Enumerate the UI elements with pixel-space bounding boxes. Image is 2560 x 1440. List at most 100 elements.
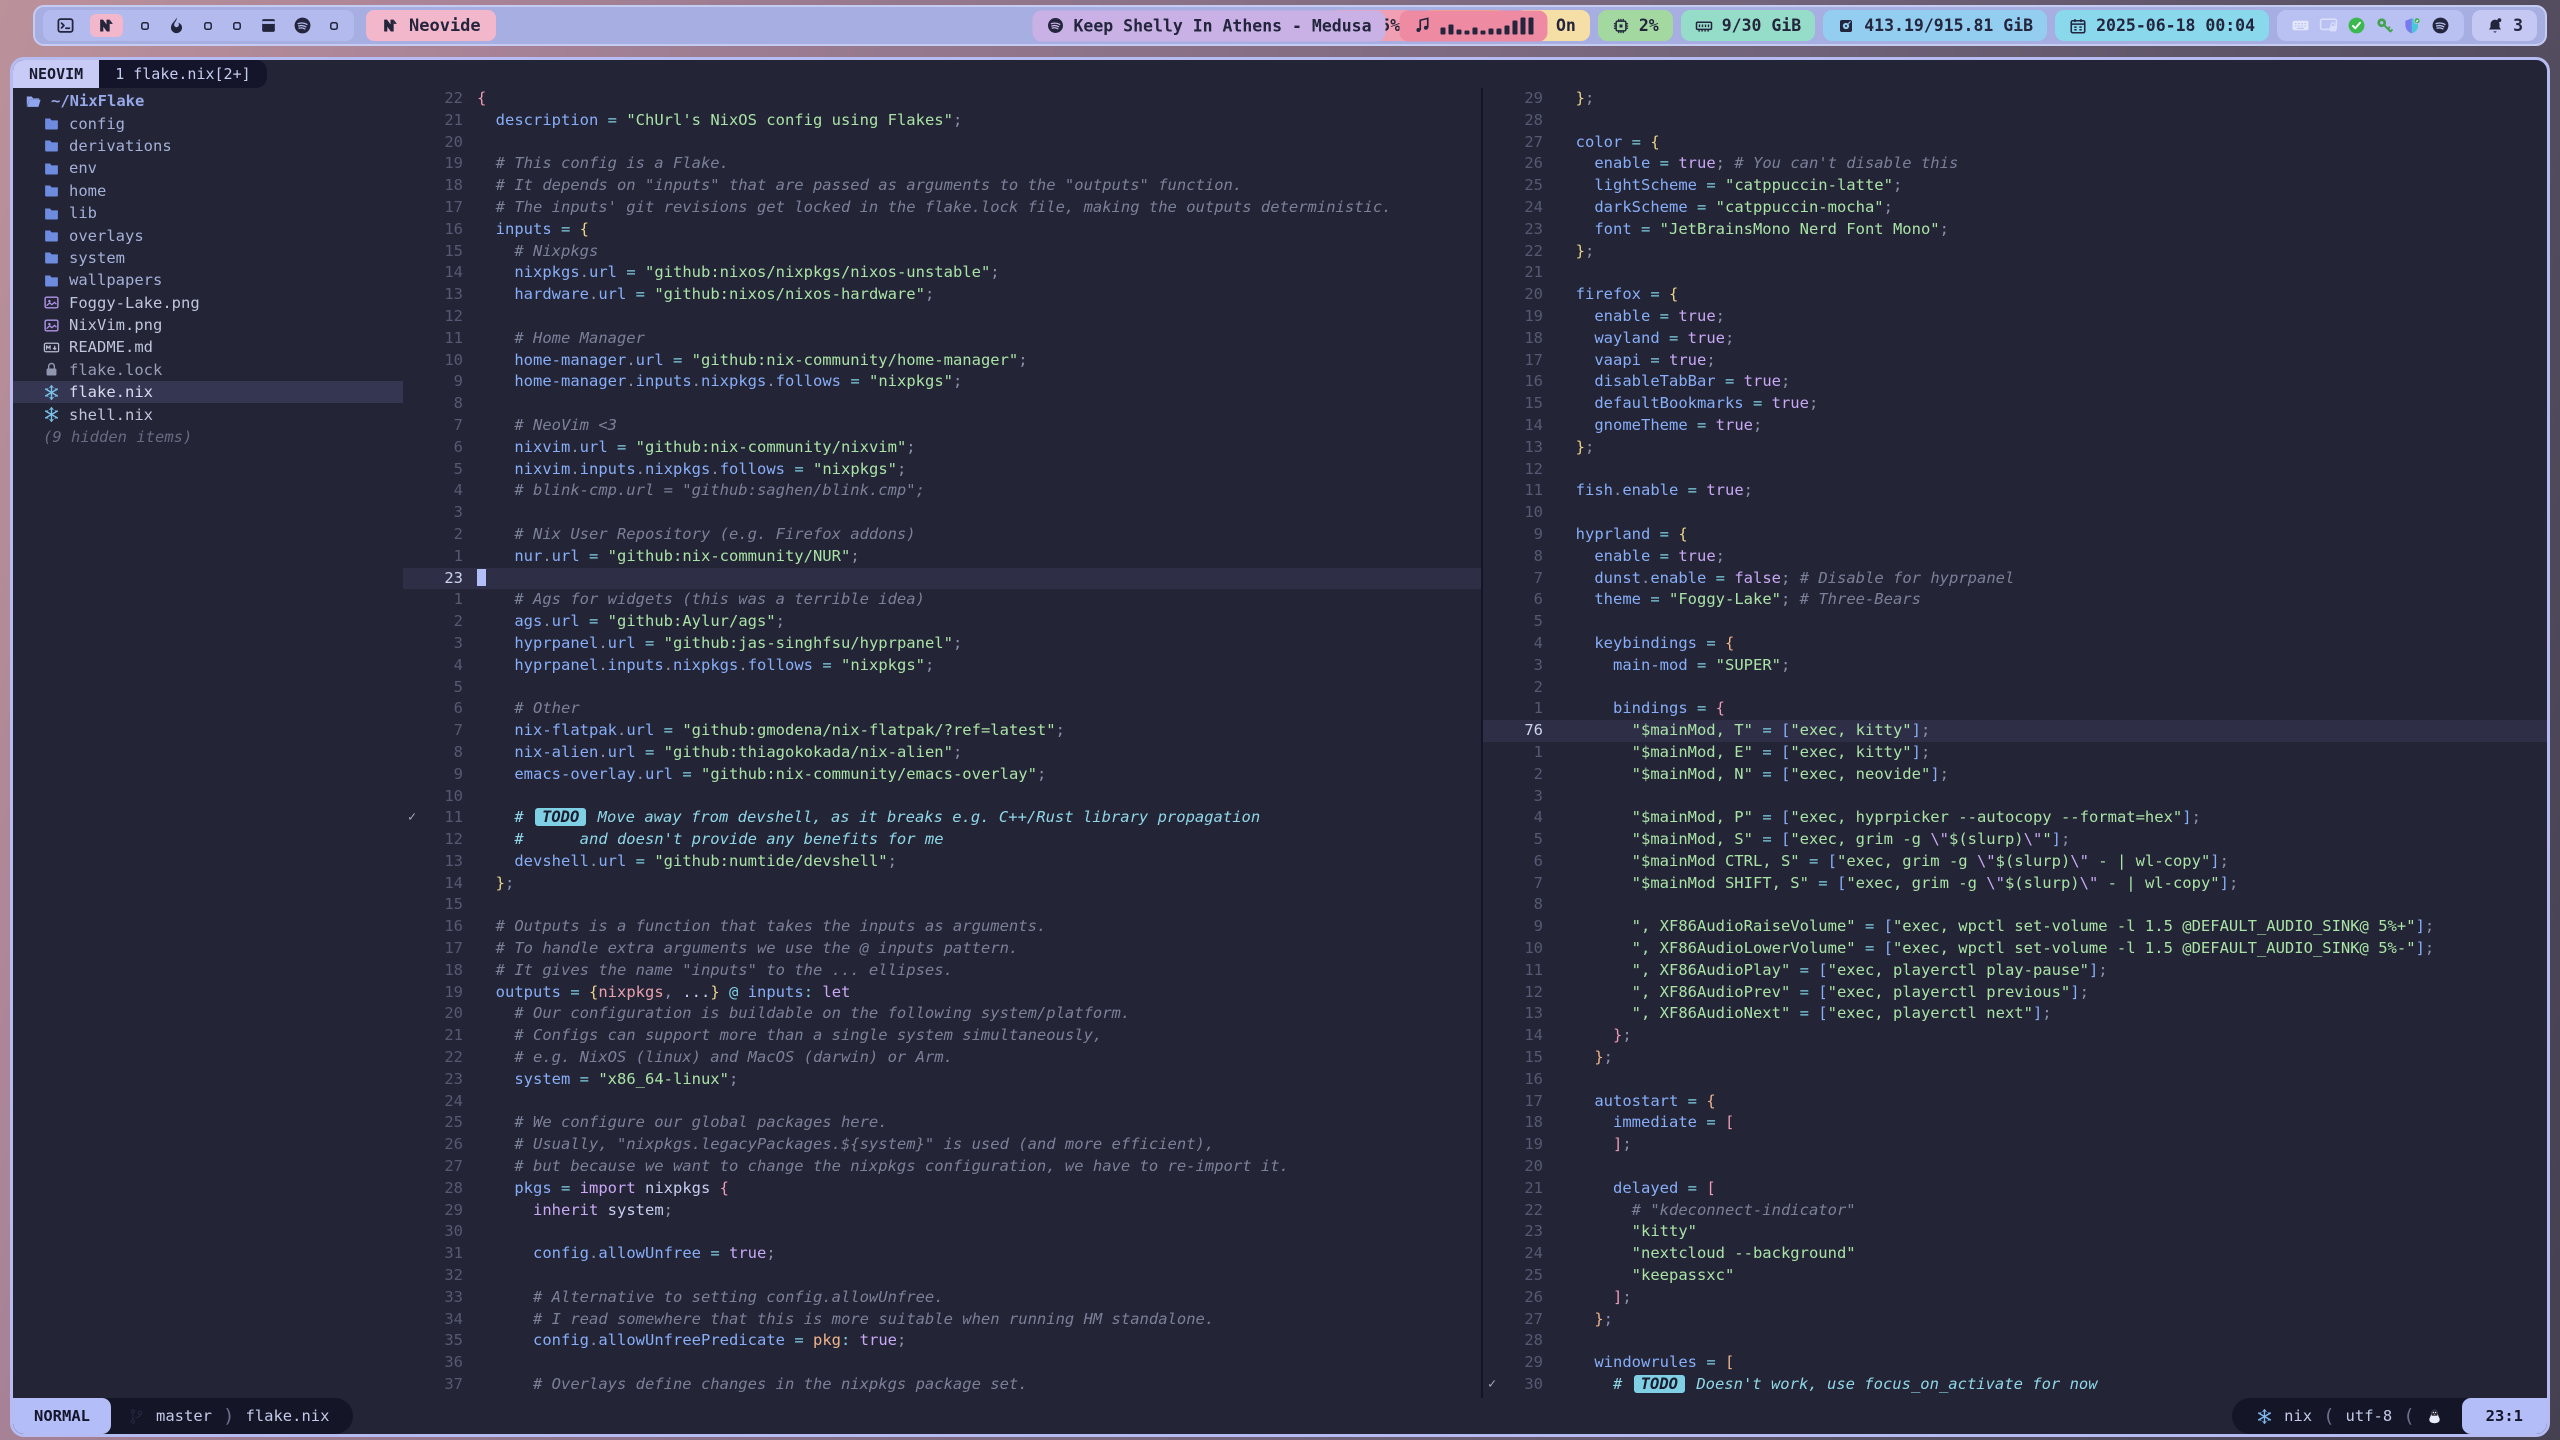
- code-line[interactable]: 14 };: [1483, 1025, 2547, 1047]
- disk-pill[interactable]: 413.19/915.81 GiB: [1823, 10, 2047, 41]
- code-line[interactable]: 17 # To handle extra arguments we use th…: [403, 938, 1481, 960]
- code-line[interactable]: 28: [1483, 110, 2547, 132]
- code-line[interactable]: 25 "keepassxc": [1483, 1265, 2547, 1287]
- code-line[interactable]: 34 # I read somewhere that this is more …: [403, 1309, 1481, 1331]
- code-line[interactable]: 3 main-mod = "SUPER";: [1483, 655, 2547, 677]
- code-line[interactable]: 2 # Nix User Repository (e.g. Firefox ad…: [403, 524, 1481, 546]
- code-line[interactable]: 6 nixvim.url = "github:nix-community/nix…: [403, 437, 1481, 459]
- vpn-shield-icon[interactable]: [2403, 16, 2422, 35]
- code-line[interactable]: 15 defaultBookmarks = true;: [1483, 393, 2547, 415]
- code-line[interactable]: 23 font = "JetBrainsMono Nerd Font Mono"…: [1483, 219, 2547, 241]
- code-line[interactable]: 23 system = "x86_64-linux";: [403, 1069, 1481, 1091]
- code-line[interactable]: 14 gnomeTheme = true;: [1483, 415, 2547, 437]
- now-playing-pill[interactable]: Keep Shelly In Athens - Medusa: [1032, 10, 1385, 41]
- code-line[interactable]: 11 fish.enable = true;: [1483, 480, 2547, 502]
- code-line[interactable]: 14 };: [403, 873, 1481, 895]
- code-line[interactable]: 5 "$mainMod, S" = ["exec, grim -g \"$(sl…: [1483, 829, 2547, 851]
- code-line[interactable]: 20 firefox = {: [1483, 284, 2547, 306]
- workspace-dot-icon[interactable]: [230, 19, 244, 33]
- code-line[interactable]: 22 };: [1483, 241, 2547, 263]
- code-line[interactable]: 2: [1483, 677, 2547, 699]
- code-line[interactable]: 7 nix-flatpak.url = "github:gmodena/nix-…: [403, 720, 1481, 742]
- code-line[interactable]: 21: [1483, 262, 2547, 284]
- code-line[interactable]: 18 # It gives the name "inputs" to the .…: [403, 960, 1481, 982]
- code-line[interactable]: 19 # This config is a Flake.: [403, 153, 1481, 175]
- code-line[interactable]: 21 description = "ChUrl's NixOS config u…: [403, 110, 1481, 132]
- code-line[interactable]: 26 ];: [1483, 1287, 2547, 1309]
- code-line[interactable]: 14 nixpkgs.url = "github:nixos/nixpkgs/n…: [403, 262, 1481, 284]
- workspace-box-icon[interactable]: [259, 16, 278, 35]
- sidebar-item-wallpapers[interactable]: wallpapers: [13, 269, 403, 291]
- code-line[interactable]: 17 # The inputs' git revisions get locke…: [403, 197, 1481, 219]
- code-line[interactable]: 13 hardware.url = "github:nixos/nixos-ha…: [403, 284, 1481, 306]
- code-line[interactable]: 18 # It depends on "inputs" that are pas…: [403, 175, 1481, 197]
- audio-visualizer-pill[interactable]: [1400, 10, 1548, 41]
- code-line[interactable]: 20: [1483, 1156, 2547, 1178]
- workspace-flame-icon[interactable]: [167, 16, 186, 35]
- workspace-terminal-icon[interactable]: [56, 16, 75, 35]
- code-line[interactable]: 1 nur.url = "github:nix-community/NUR";: [403, 546, 1481, 568]
- spotify-icon[interactable]: [2431, 16, 2450, 35]
- editor-pane-left[interactable]: 22{21 description = "ChUrl's NixOS confi…: [403, 88, 1481, 1398]
- code-line[interactable]: 1 # Ags for widgets (this was a terrible…: [403, 589, 1481, 611]
- code-line[interactable]: 8: [403, 393, 1481, 415]
- code-line[interactable]: 27 color = {: [1483, 132, 2547, 154]
- code-line[interactable]: 26 # Usually, "nixpkgs.legacyPackages.${…: [403, 1134, 1481, 1156]
- code-line[interactable]: 20: [403, 132, 1481, 154]
- code-line[interactable]: 18 immediate = [: [1483, 1112, 2547, 1134]
- code-line[interactable]: 10 ", XF86AudioLowerVolume" = ["exec, wp…: [1483, 938, 2547, 960]
- tab-neovim[interactable]: NEOVIM: [13, 60, 99, 88]
- code-line[interactable]: 1 "$mainMod, E" = ["exec, kitty"];: [1483, 742, 2547, 764]
- code-line[interactable]: 30: [403, 1221, 1481, 1243]
- code-line[interactable]: 37 # Overlays define changes in the nixp…: [403, 1374, 1481, 1396]
- code-line[interactable]: 8 nix-alien.url = "github:thiagokokada/n…: [403, 742, 1481, 764]
- code-line[interactable]: 1 bindings = {: [1483, 698, 2547, 720]
- code-line[interactable]: 12: [1483, 459, 2547, 481]
- code-line[interactable]: 29 windowrules = [: [1483, 1352, 2547, 1374]
- code-line[interactable]: 19 outputs = {nixpkgs, ...} @ inputs: le…: [403, 982, 1481, 1004]
- sidebar-item-lib[interactable]: lib: [13, 202, 403, 224]
- clock-pill[interactable]: 2025-06-18 00:04: [2055, 10, 2269, 41]
- code-line[interactable]: 19 enable = true;: [1483, 306, 2547, 328]
- code-line[interactable]: 11 # Home Manager: [403, 328, 1481, 350]
- code-line[interactable]: 28: [1483, 1330, 2547, 1352]
- code-line[interactable]: 26 enable = true; # You can't disable th…: [1483, 153, 2547, 175]
- sidebar-item-env[interactable]: env: [13, 157, 403, 179]
- code-line[interactable]: 9 hyprland = {: [1483, 524, 2547, 546]
- code-line[interactable]: 8 enable = true;: [1483, 546, 2547, 568]
- code-line[interactable]: 13 ", XF86AudioNext" = ["exec, playerctl…: [1483, 1003, 2547, 1025]
- sidebar-item-nixflake[interactable]: ~/NixFlake: [13, 90, 403, 112]
- workspace-dot-icon[interactable]: [201, 19, 215, 33]
- sidebar-item-flake.lock[interactable]: flake.lock: [13, 359, 403, 381]
- code-line[interactable]: 12: [403, 306, 1481, 328]
- code-line[interactable]: 13 devshell.url = "github:numtide/devshe…: [403, 851, 1481, 873]
- code-line[interactable]: 2 ags.url = "github:Aylur/ags";: [403, 611, 1481, 633]
- active-app-badge[interactable]: Neovide: [366, 10, 496, 41]
- code-line[interactable]: 3: [1483, 786, 2547, 808]
- code-line[interactable]: 6 theme = "Foggy-Lake"; # Three-Bears: [1483, 589, 2547, 611]
- code-line[interactable]: 24 "nextcloud --background": [1483, 1243, 2547, 1265]
- code-line[interactable]: 15 };: [1483, 1047, 2547, 1069]
- code-line[interactable]: 10 home-manager.url = "github:nix-commun…: [403, 350, 1481, 372]
- code-line[interactable]: 3 hyprpanel.url = "github:jas-singhfsu/h…: [403, 633, 1481, 655]
- code-line[interactable]: 7 # NeoVim <3: [403, 415, 1481, 437]
- code-line[interactable]: 7 "$mainMod SHIFT, S" = ["exec, grim -g …: [1483, 873, 2547, 895]
- sidebar-item-flake.nix[interactable]: flake.nix: [13, 381, 403, 403]
- code-line[interactable]: 21 delayed = [: [1483, 1178, 2547, 1200]
- cpu-pill[interactable]: 2%: [1598, 10, 1673, 41]
- code-line[interactable]: 36: [403, 1352, 1481, 1374]
- sidebar-item-nixvim.png[interactable]: NixVim.png: [13, 314, 403, 336]
- code-line[interactable]: 25 # We configure our global packages he…: [403, 1112, 1481, 1134]
- code-line[interactable]: 20 # Our configuration is buildable on t…: [403, 1003, 1481, 1025]
- code-line[interactable]: 23 "kitty": [1483, 1221, 2547, 1243]
- keepassxc-key-icon[interactable]: [2375, 16, 2394, 35]
- sidebar-item-derivations[interactable]: derivations: [13, 135, 403, 157]
- code-line[interactable]: 16 disableTabBar = true;: [1483, 371, 2547, 393]
- code-line[interactable]: 6 "$mainMod CTRL, S" = ["exec, grim -g \…: [1483, 851, 2547, 873]
- sidebar-item-overlays[interactable]: overlays: [13, 224, 403, 246]
- code-line[interactable]: 29 inherit system;: [403, 1200, 1481, 1222]
- sidebar-item-shell.nix[interactable]: shell.nix: [13, 403, 403, 425]
- code-line[interactable]: ✓30 # TODO Doesn't work, use focus_on_ac…: [1483, 1374, 2547, 1396]
- code-line[interactable]: 27 };: [1483, 1309, 2547, 1331]
- code-line[interactable]: 16: [1483, 1069, 2547, 1091]
